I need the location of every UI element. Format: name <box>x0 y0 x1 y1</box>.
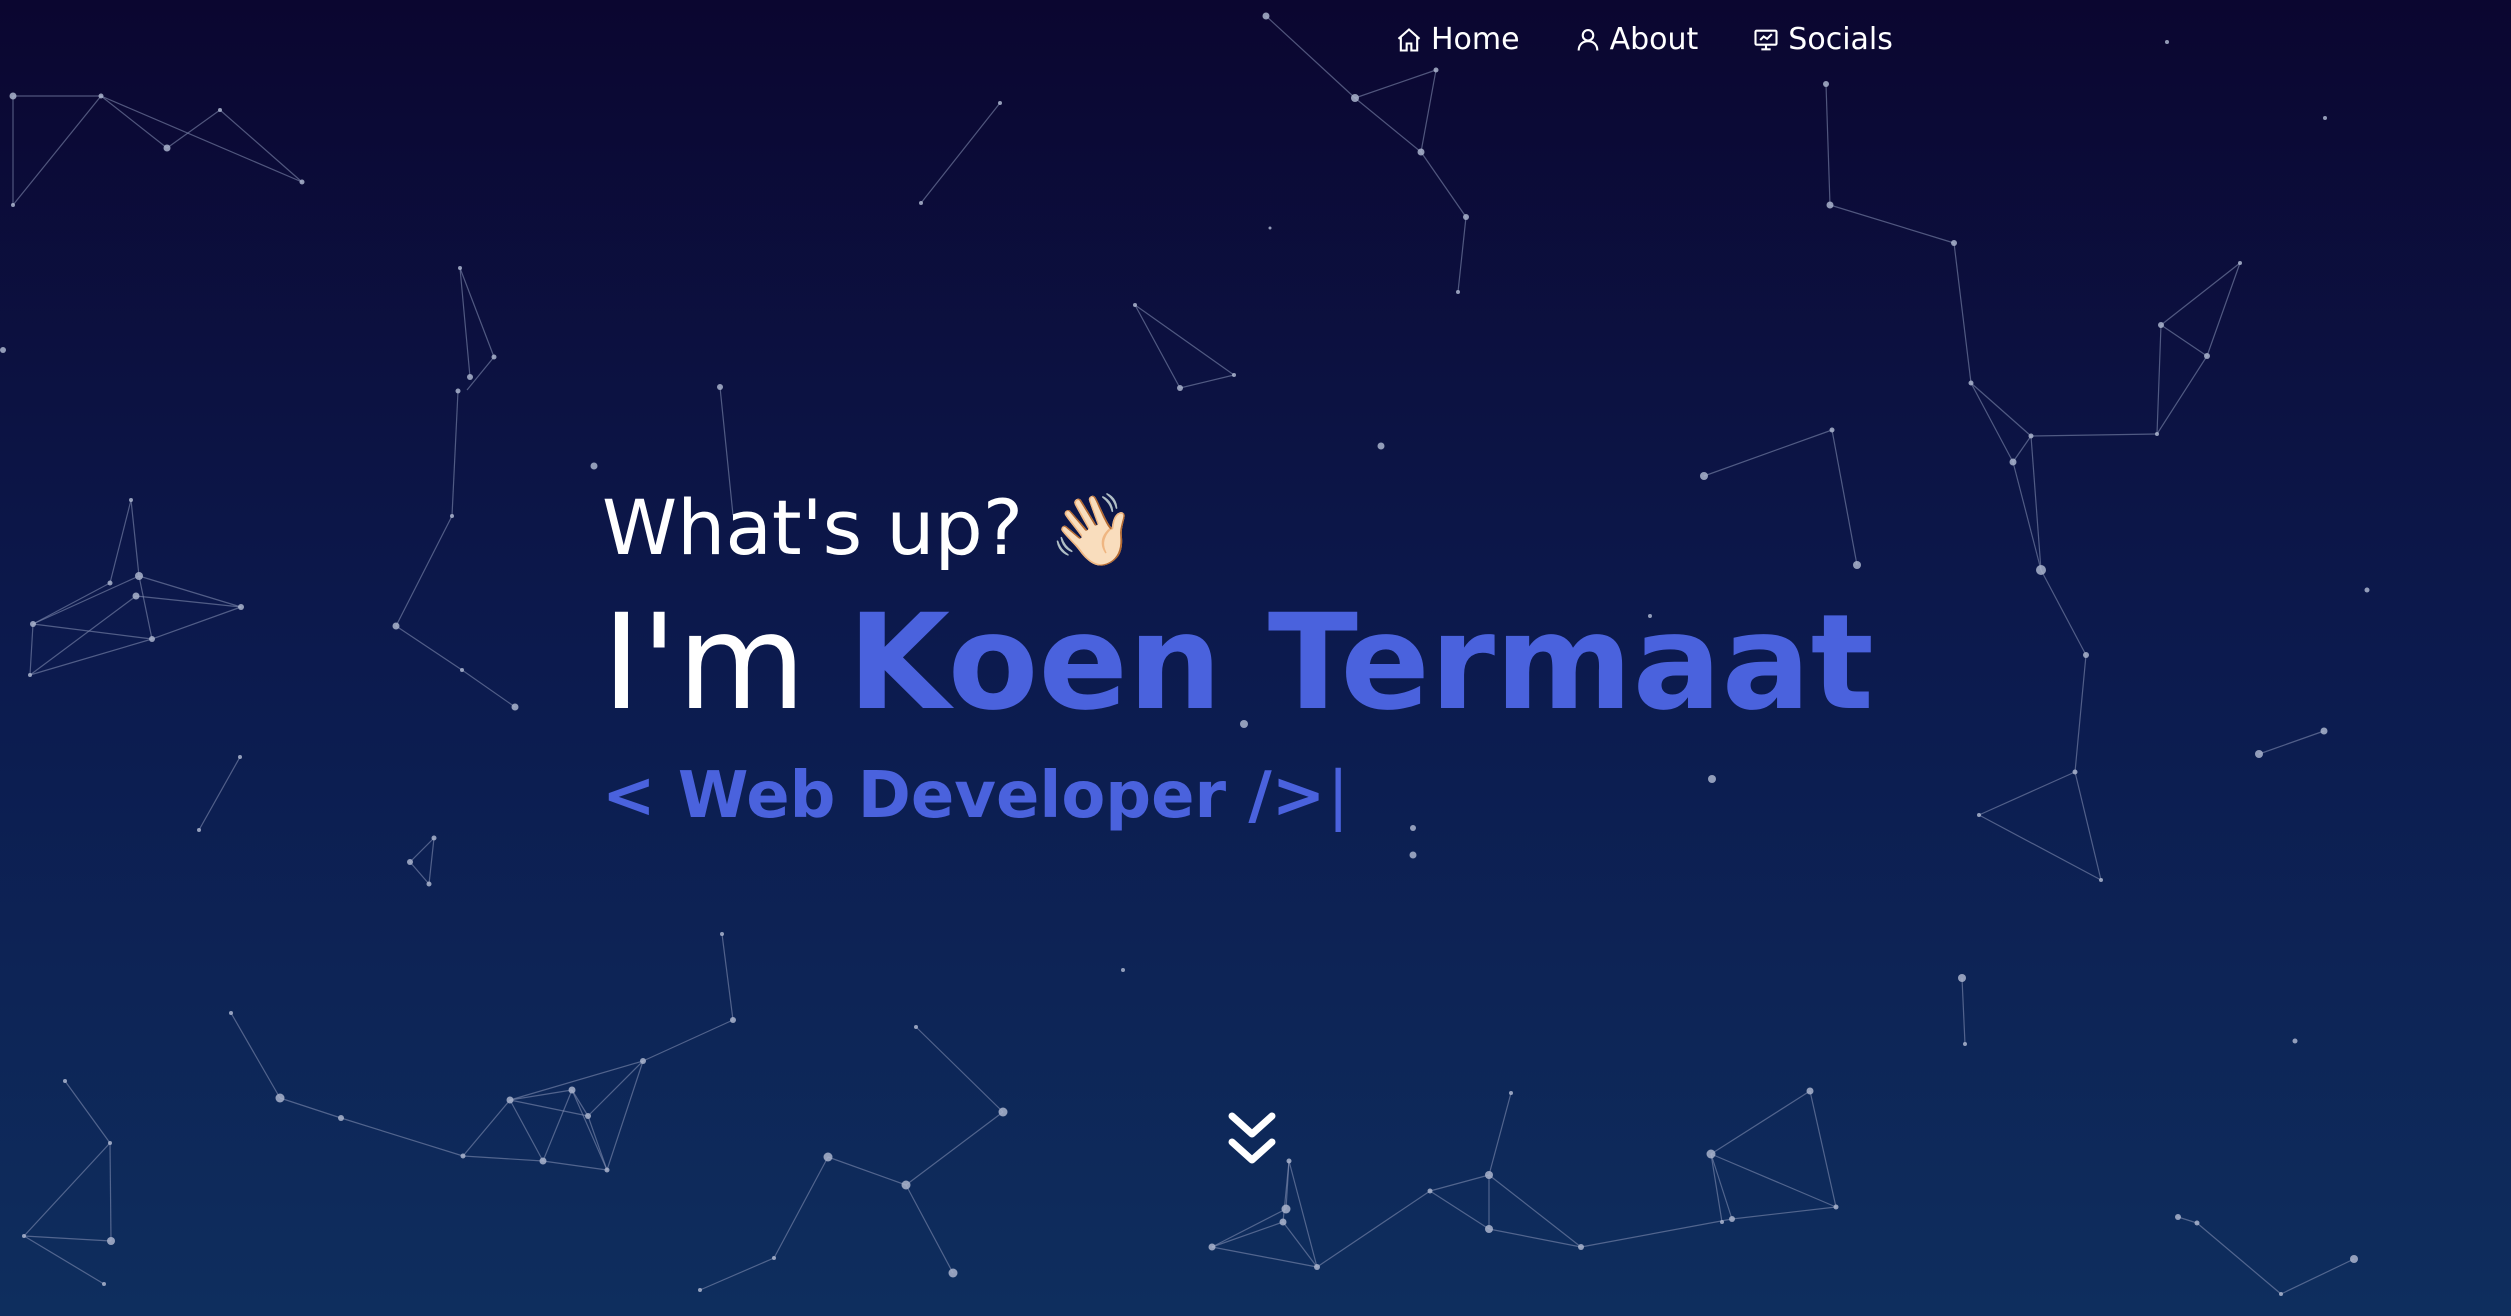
hero-section: What's up? 👋🏻 I'm Koen Termaat < Web Dev… <box>602 480 1874 836</box>
greeting-line: What's up? 👋🏻 <box>602 480 1874 576</box>
name-prefix: I'm <box>602 586 848 740</box>
nav-about-link[interactable]: About <box>1574 22 1699 57</box>
greeting-text: What's up? <box>602 483 1024 572</box>
double-chevron-down-icon <box>1228 1112 1276 1164</box>
nav-about-label: About <box>1609 22 1699 57</box>
home-icon <box>1397 27 1421 52</box>
name-heading: I'm Koen Termaat <box>602 588 1874 738</box>
person-name: Koen Termaat <box>847 586 1874 740</box>
waving-hand-icon: 👋🏻 <box>1049 489 1137 571</box>
nav-home-link[interactable]: Home <box>1395 22 1520 57</box>
scroll-down-button[interactable] <box>1226 1110 1278 1170</box>
typing-cursor: | <box>1327 759 1349 833</box>
role-typewriter: < Web Developer />| <box>602 756 1874 836</box>
role-text: < Web Developer /> <box>602 759 1326 833</box>
presentation-icon <box>1754 29 1778 50</box>
main-nav: Home About Socials <box>1395 22 1893 57</box>
nav-socials-label: Socials <box>1788 22 1893 57</box>
nav-home-label: Home <box>1431 22 1520 57</box>
user-icon <box>1577 28 1598 51</box>
nav-socials-link[interactable]: Socials <box>1752 22 1893 57</box>
